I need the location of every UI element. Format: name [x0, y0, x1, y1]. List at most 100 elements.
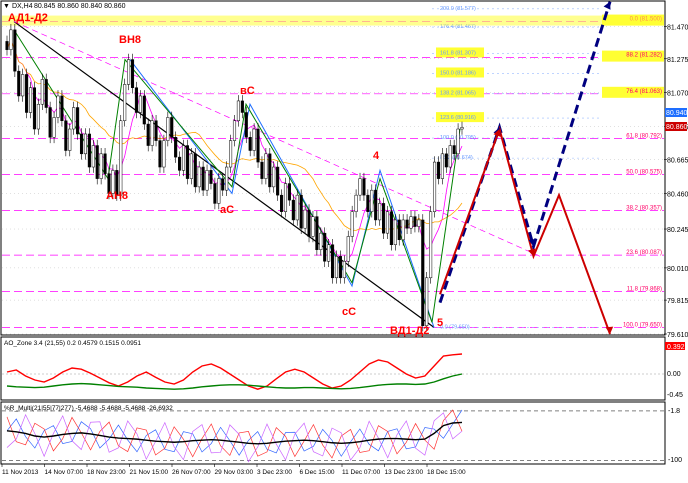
candle-body	[79, 133, 84, 155]
candle-body	[225, 166, 229, 191]
candle-body	[221, 178, 225, 191]
candle-body	[201, 166, 205, 191]
candle-body	[28, 87, 33, 113]
candle-body	[295, 194, 299, 221]
candle-body	[366, 194, 370, 212]
ao-zero-label: 0.00	[667, 371, 681, 378]
fib-level-label: 88.2 (81.282)	[626, 53, 662, 59]
candle-body	[174, 137, 178, 158]
fib-level-label: 23.6 (80.087)	[626, 250, 662, 256]
candle-body	[185, 145, 189, 179]
candle-body	[358, 178, 362, 196]
candle-body	[158, 140, 162, 168]
time-axis-label: 18 Nov 23:00	[87, 469, 126, 476]
chart-svg[interactable]: 0.0 (81.500)88.2 (81.282)76.4 (81.063)61…	[0, 0, 688, 478]
r-header: %R_Multi(21|55|77|277) -5.4688 -5.4688 -…	[4, 405, 173, 412]
candle-body	[68, 128, 72, 151]
fib-level-label: 50.0 (80.575)	[626, 169, 662, 175]
candle-body	[452, 145, 456, 155]
candle-body	[170, 117, 174, 138]
candle-body	[385, 211, 390, 234]
time-axis-label: 13 Dec 23:00	[385, 469, 424, 476]
wave-label-ac: аС	[220, 204, 234, 216]
price-axis-label: 80.010	[667, 266, 688, 273]
candle-body	[417, 219, 421, 227]
wave-label-bd1d2: ВД1-Д2	[390, 325, 429, 337]
upper-fib-label: 161.8 (81.307)	[440, 50, 476, 56]
candle-body	[13, 29, 17, 72]
fib-level-label: 100.0 (79.650)	[623, 322, 662, 328]
candle-body	[178, 156, 182, 171]
candle-body	[91, 145, 95, 168]
candle-body	[334, 256, 339, 279]
chart-ohlc: 80.845 80.860 80.840 80.860	[34, 3, 126, 10]
candle-body	[264, 153, 268, 179]
candle-body	[44, 79, 48, 108]
wave-label-bh8: ВН8	[119, 34, 141, 46]
candle-body	[189, 153, 193, 179]
price-axis-label: 79.610	[667, 332, 688, 339]
top-level-band	[2, 15, 662, 26]
candle-body	[382, 203, 386, 234]
candle-body	[240, 100, 244, 113]
price-axis-label: 81.470	[667, 25, 688, 32]
candle-body	[60, 95, 64, 122]
candle-body	[236, 100, 240, 122]
candle-body	[123, 84, 127, 122]
candle-body	[401, 219, 405, 241]
candle-body	[99, 153, 103, 179]
candle-body	[397, 219, 401, 241]
wave-label-ad1d2: АД1-Д2	[8, 12, 48, 24]
candle-body	[142, 95, 146, 125]
price-axis-label: 80.460	[667, 191, 688, 198]
candle-body	[244, 112, 248, 138]
ao-tag-text: 0.392	[667, 344, 685, 351]
candle-body	[319, 232, 323, 250]
candle-body	[283, 183, 288, 212]
candle-body	[299, 194, 303, 229]
candle-body	[287, 183, 291, 201]
candle-body	[193, 153, 197, 188]
price-chart[interactable]: 0.0 (81.500)88.2 (81.282)76.4 (81.063)61…	[0, 0, 688, 478]
candle-body	[440, 153, 444, 179]
price-axis-label: 80.665	[667, 158, 688, 165]
fib-level-label: 38.2 (80.357)	[626, 206, 662, 212]
time-axis-label: 14 Nov 07:00	[45, 469, 84, 476]
candle-body	[389, 211, 393, 245]
candle-body	[36, 103, 40, 130]
candle-body	[307, 209, 311, 237]
candle-body	[252, 128, 256, 151]
candle-body	[9, 29, 13, 50]
price-axis-label: 79.815	[667, 298, 688, 305]
time-axis-label: 21 Nov 15:00	[130, 469, 169, 476]
candle-body	[154, 120, 158, 141]
candle-body	[17, 70, 21, 97]
candle-body	[280, 194, 284, 212]
fib-level-label: 61.8 (80.792)	[626, 134, 662, 140]
candle-body	[444, 153, 448, 168]
candle-body	[181, 145, 186, 171]
upper-fib-label: 200.0 (81.577)	[440, 6, 476, 12]
candle-body	[146, 123, 150, 146]
candle-body	[425, 277, 429, 326]
candle-body	[150, 120, 154, 146]
candle-body	[429, 211, 433, 279]
candle-body	[162, 140, 166, 168]
candle-body	[138, 95, 142, 113]
candle-body	[393, 219, 397, 245]
time-axis-label: 26 Nov 07:00	[172, 469, 211, 476]
price-axis-label: 81.275	[667, 57, 688, 64]
candle-body	[409, 216, 413, 229]
candle-body	[370, 189, 374, 212]
candle-body	[260, 161, 264, 179]
candle-body	[291, 199, 295, 221]
current-price-red-text: 80.860	[666, 124, 688, 131]
candle-body	[76, 107, 80, 135]
current-price-text: 80.940	[666, 110, 688, 117]
upper-fib-label: 150.0 (81.186)	[440, 70, 476, 76]
candle-body	[213, 183, 217, 204]
candle-body	[21, 74, 25, 97]
candle-body	[127, 59, 131, 85]
candle-body	[130, 59, 135, 88]
wave-label-five: 5	[437, 317, 443, 329]
